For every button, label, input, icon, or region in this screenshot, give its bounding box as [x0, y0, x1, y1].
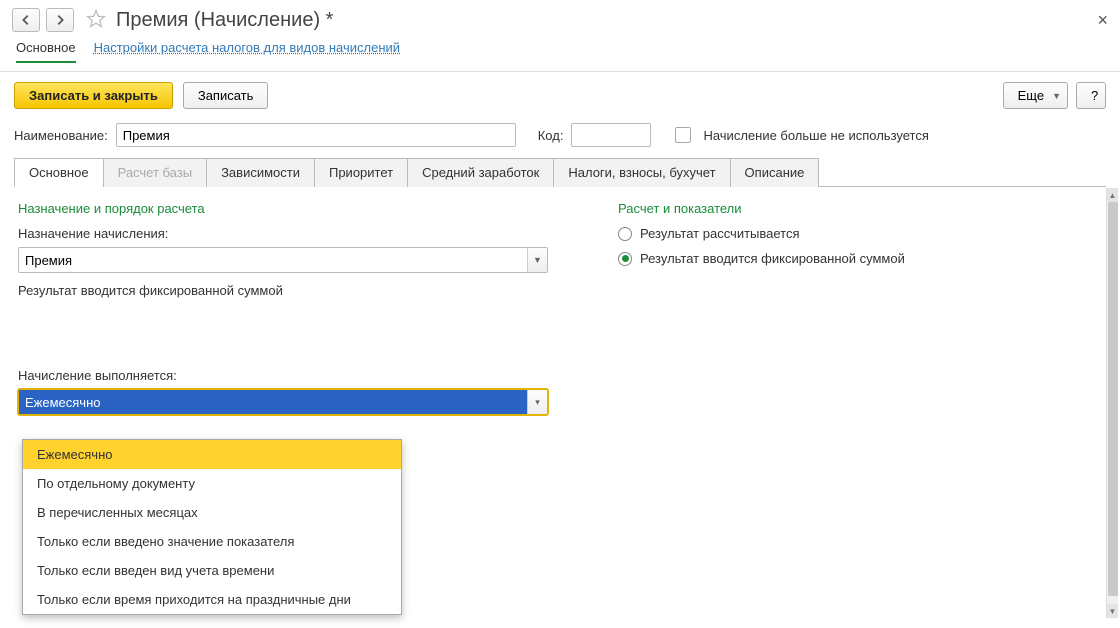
- save-button[interactable]: Записать: [183, 82, 269, 109]
- dropdown-item[interactable]: Ежемесячно: [23, 440, 401, 469]
- dropdown-item[interactable]: В перечисленных месяцах: [23, 498, 401, 527]
- name-input[interactable]: [116, 123, 516, 147]
- left-section-title: Назначение и порядок расчета: [18, 201, 558, 216]
- result-note: Результат вводится фиксированной суммой: [18, 283, 558, 298]
- right-section-title: Расчет и показатели: [618, 201, 905, 216]
- tab-main[interactable]: Основное: [14, 158, 104, 187]
- scrollbar-thumb[interactable]: [1108, 202, 1118, 596]
- purpose-input[interactable]: [19, 248, 527, 272]
- more-button-label: Еще: [1018, 88, 1044, 103]
- execution-label: Начисление выполняется:: [18, 368, 558, 383]
- tab-base-calc[interactable]: Расчет базы: [103, 158, 208, 187]
- code-input[interactable]: [571, 123, 651, 147]
- execution-select[interactable]: ▾: [18, 389, 548, 415]
- purpose-label: Назначение начисления:: [18, 226, 558, 241]
- execution-dropdown-button[interactable]: ▾: [527, 390, 547, 414]
- radio-fixed-label: Результат вводится фиксированной суммой: [640, 251, 905, 266]
- scrollbar-down-button[interactable]: ▼: [1107, 604, 1118, 618]
- tab-avg-earnings[interactable]: Средний заработок: [407, 158, 554, 187]
- dropdown-item[interactable]: По отдельному документу: [23, 469, 401, 498]
- save-close-button[interactable]: Записать и закрыть: [14, 82, 173, 109]
- tab-priority[interactable]: Приоритет: [314, 158, 408, 187]
- tab-dependencies[interactable]: Зависимости: [206, 158, 315, 187]
- name-label: Наименование:: [14, 128, 108, 143]
- nav-forward-button[interactable]: [46, 8, 74, 32]
- section-main[interactable]: Основное: [16, 40, 76, 63]
- arrow-left-icon: [19, 13, 33, 27]
- nav-back-button[interactable]: [12, 8, 40, 32]
- code-label: Код:: [538, 128, 564, 143]
- purpose-dropdown-button[interactable]: ▼: [527, 248, 547, 272]
- vertical-scrollbar[interactable]: ▲ ▼: [1106, 188, 1118, 618]
- radio-fixed[interactable]: [618, 252, 632, 266]
- unused-checkbox[interactable]: [675, 127, 691, 143]
- purpose-select[interactable]: ▼: [18, 247, 548, 273]
- tab-taxes[interactable]: Налоги, взносы, бухучет: [553, 158, 730, 187]
- help-button[interactable]: ?: [1076, 82, 1106, 109]
- tab-description[interactable]: Описание: [730, 158, 820, 187]
- arrow-right-icon: [53, 13, 67, 27]
- dropdown-item[interactable]: Только если введен вид учета времени: [23, 556, 401, 585]
- section-tax-link[interactable]: Настройки расчета налогов для видов начи…: [94, 40, 400, 63]
- radio-calculated-label: Результат рассчитывается: [640, 226, 800, 241]
- favorite-star-icon[interactable]: [86, 9, 106, 32]
- more-button[interactable]: Еще ▼: [1003, 82, 1068, 109]
- tabs: Основное Расчет базы Зависимости Приорит…: [14, 157, 1106, 187]
- execution-input[interactable]: [19, 390, 527, 414]
- dropdown-item[interactable]: Только если время приходится на празднич…: [23, 585, 401, 614]
- page-title: Премия (Начисление) *: [116, 9, 333, 32]
- unused-label: Начисление больше не используется: [703, 128, 928, 143]
- scrollbar-up-button[interactable]: ▲: [1107, 188, 1118, 202]
- radio-calculated[interactable]: [618, 227, 632, 241]
- chevron-down-icon: ▼: [1052, 91, 1061, 101]
- dropdown-item[interactable]: Только если введено значение показателя: [23, 527, 401, 556]
- close-button[interactable]: ×: [1097, 10, 1108, 31]
- execution-dropdown-list: Ежемесячно По отдельному документу В пер…: [22, 439, 402, 615]
